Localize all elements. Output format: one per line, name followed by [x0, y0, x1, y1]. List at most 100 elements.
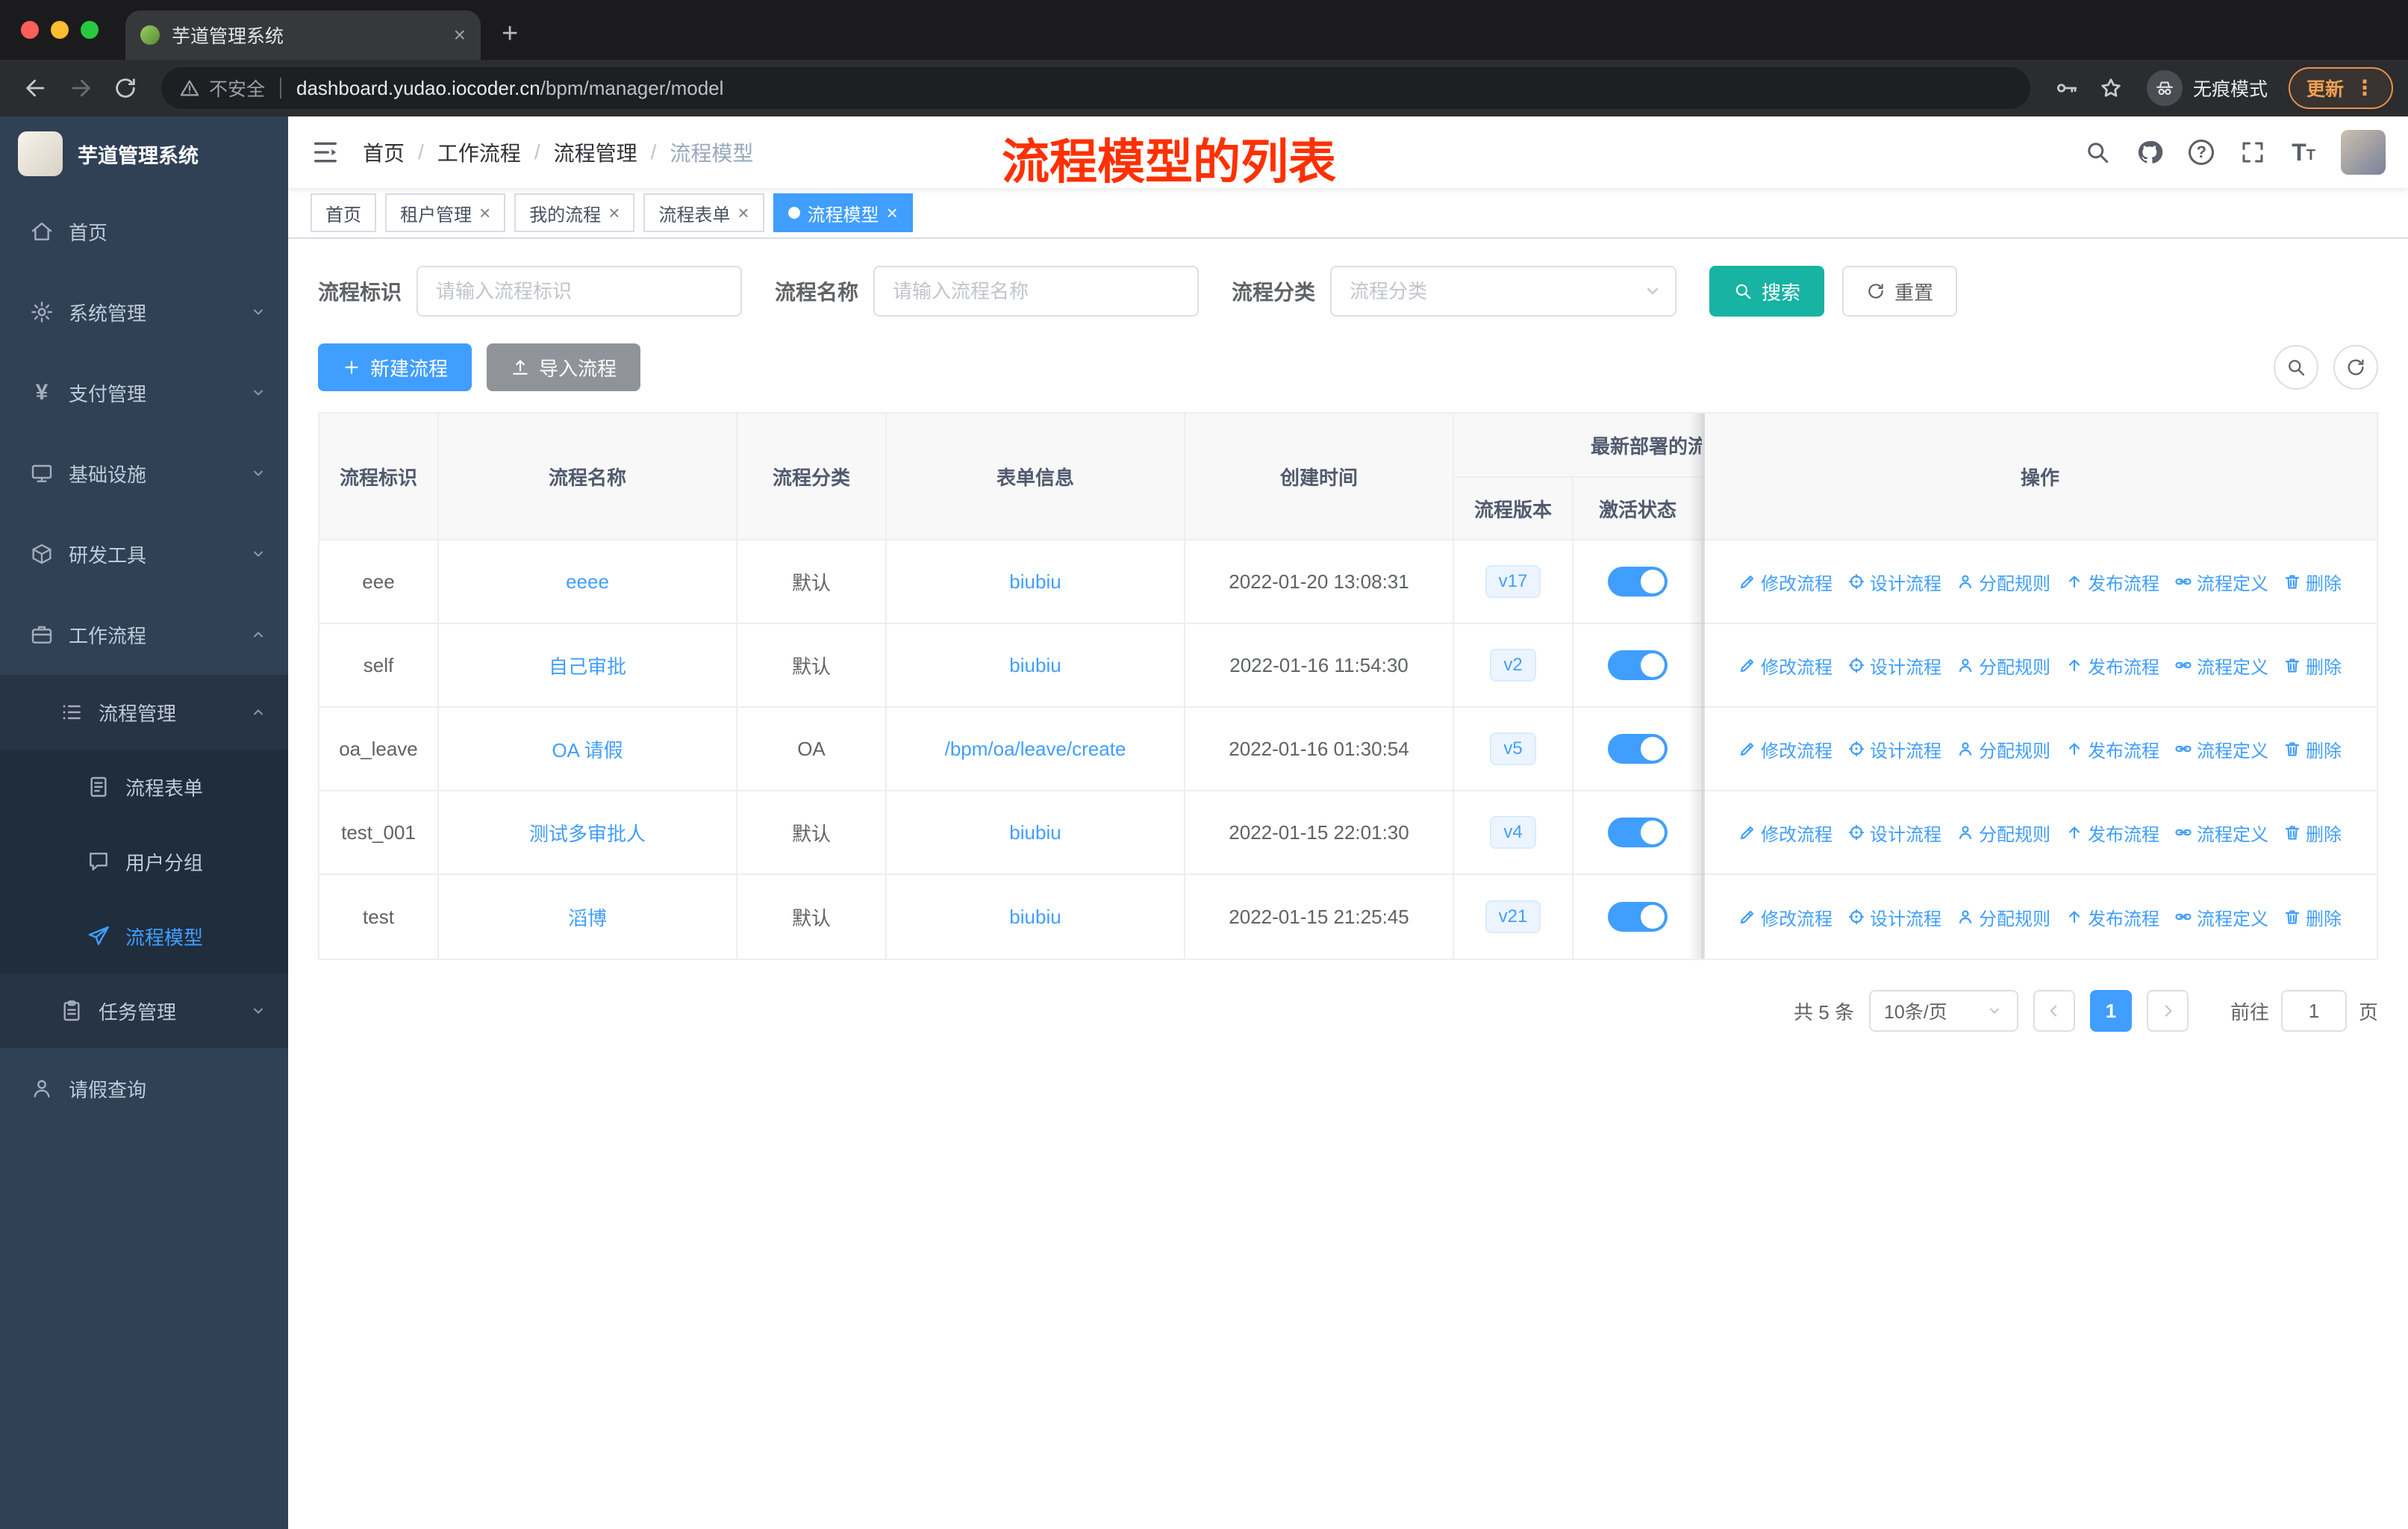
bookmark-star-icon[interactable] — [2090, 67, 2132, 109]
password-key-icon[interactable] — [2045, 67, 2087, 109]
sidebar-item-leave-query[interactable]: 请假查询 — [0, 1048, 288, 1129]
tag-my-process[interactable]: 我的流程 × — [514, 193, 635, 232]
sidebar-item-infrastructure[interactable]: 基础设施 — [0, 433, 288, 514]
op-publish-link[interactable]: 发布流程 — [2065, 904, 2159, 930]
op-assign-rule-link[interactable]: 分配规则 — [1956, 653, 2050, 679]
zoom-window-button[interactable] — [81, 21, 99, 39]
breadcrumb-item[interactable]: 首页 — [363, 137, 405, 167]
tag-process-model[interactable]: 流程模型 × — [773, 193, 913, 232]
search-icon[interactable] — [2084, 139, 2111, 166]
op-design-link[interactable]: 设计流程 — [1847, 653, 1941, 679]
op-assign-rule-link[interactable]: 分配规则 — [1956, 736, 2050, 762]
prev-page-button[interactable] — [2033, 990, 2075, 1032]
op-design-link[interactable]: 设计流程 — [1847, 820, 1941, 846]
op-assign-rule-link[interactable]: 分配规则 — [1956, 569, 2050, 595]
form-link[interactable]: biubiu — [1009, 654, 1061, 677]
next-page-button[interactable] — [2146, 990, 2189, 1032]
process-key-input[interactable] — [417, 266, 743, 317]
font-size-icon[interactable]: T T — [2292, 140, 2315, 164]
form-link[interactable]: biubiu — [1009, 821, 1061, 844]
process-name-link[interactable]: 滔博 — [568, 903, 607, 931]
sidebar-item-devtools[interactable]: 研发工具 — [0, 514, 288, 594]
process-name-input[interactable] — [873, 266, 1200, 317]
category-select[interactable] — [1330, 266, 1677, 317]
active-toggle[interactable] — [1608, 734, 1668, 764]
op-delete-link[interactable]: 删除 — [2283, 569, 2342, 595]
op-definition-link[interactable]: 流程定义 — [2174, 820, 2268, 846]
form-link[interactable]: /bpm/oa/leave/create — [945, 738, 1126, 761]
browser-tab[interactable]: 芋道管理系统 × — [125, 10, 481, 60]
menu-kebab-icon[interactable]: ⋮ — [2354, 78, 2375, 99]
op-assign-rule-link[interactable]: 分配规则 — [1956, 904, 2050, 930]
op-definition-link[interactable]: 流程定义 — [2174, 569, 2268, 595]
forward-button[interactable] — [60, 67, 102, 109]
sidebar-item-process-form[interactable]: 流程表单 — [0, 750, 288, 824]
github-icon[interactable] — [2136, 139, 2163, 166]
toggle-search-button[interactable] — [2274, 345, 2318, 390]
current-page[interactable]: 1 — [2089, 990, 2132, 1032]
tag-home[interactable]: 首页 — [311, 193, 376, 232]
active-toggle[interactable] — [1608, 567, 1668, 597]
help-icon[interactable]: ? — [2189, 140, 2215, 165]
op-modify-link[interactable]: 修改流程 — [1738, 653, 1832, 679]
close-tab-icon[interactable]: × — [454, 25, 466, 46]
op-delete-link[interactable]: 删除 — [2283, 653, 2342, 679]
sidebar-item-user-group[interactable]: 用户分组 — [0, 824, 288, 899]
active-toggle[interactable] — [1608, 902, 1668, 932]
refresh-table-button[interactable] — [2333, 345, 2378, 390]
form-link[interactable]: biubiu — [1009, 570, 1061, 594]
op-modify-link[interactable]: 修改流程 — [1738, 904, 1832, 930]
browser-update-button[interactable]: 更新 ⋮ — [2288, 67, 2393, 109]
close-icon[interactable]: × — [608, 203, 620, 222]
op-publish-link[interactable]: 发布流程 — [2065, 736, 2159, 762]
create-process-button[interactable]: 新建流程 — [318, 343, 472, 391]
sidebar-item-payment[interactable]: ¥ 支付管理 — [0, 352, 288, 433]
sidebar-item-process-model[interactable]: 流程模型 — [0, 899, 288, 974]
import-process-button[interactable]: 导入流程 — [487, 343, 641, 391]
close-icon[interactable]: × — [479, 203, 490, 222]
back-button[interactable] — [15, 67, 57, 109]
op-definition-link[interactable]: 流程定义 — [2174, 904, 2268, 930]
address-bar[interactable]: 不安全 dashboard.yudao.iocoder.cn /bpm/mana… — [161, 67, 2030, 109]
op-delete-link[interactable]: 删除 — [2283, 904, 2342, 930]
category-select-input[interactable] — [1330, 266, 1677, 317]
minimize-window-button[interactable] — [51, 21, 69, 39]
op-definition-link[interactable]: 流程定义 — [2174, 736, 2268, 762]
tag-tenant-management[interactable]: 租户管理 × — [385, 193, 506, 232]
op-delete-link[interactable]: 删除 — [2283, 820, 2342, 846]
op-delete-link[interactable]: 删除 — [2283, 736, 2342, 762]
page-size-select[interactable]: 10条/页 — [1868, 990, 2018, 1032]
search-button[interactable]: 搜索 — [1709, 266, 1825, 317]
sidebar-item-system[interactable]: 系统管理 — [0, 272, 288, 352]
op-design-link[interactable]: 设计流程 — [1847, 569, 1941, 595]
breadcrumb-item[interactable]: 工作流程 — [437, 137, 521, 167]
sidebar-item-home[interactable]: 首页 — [0, 191, 288, 272]
sidebar-item-process-management[interactable]: 流程管理 — [0, 675, 288, 750]
avatar[interactable] — [2341, 130, 2386, 175]
breadcrumb-item[interactable]: 流程管理 — [554, 137, 637, 167]
op-publish-link[interactable]: 发布流程 — [2065, 653, 2159, 679]
close-icon[interactable]: × — [887, 203, 898, 222]
op-modify-link[interactable]: 修改流程 — [1738, 820, 1832, 846]
active-toggle[interactable] — [1608, 818, 1668, 847]
process-name-link[interactable]: eeee — [566, 570, 609, 594]
process-name-link[interactable]: 自己审批 — [549, 652, 626, 679]
process-name-link[interactable]: 测试多审批人 — [529, 819, 646, 847]
sidebar-item-workflow[interactable]: 工作流程 — [0, 594, 288, 675]
close-window-button[interactable] — [21, 21, 39, 39]
reset-button[interactable]: 重置 — [1842, 266, 1958, 317]
op-publish-link[interactable]: 发布流程 — [2065, 820, 2159, 846]
op-modify-link[interactable]: 修改流程 — [1738, 736, 1832, 762]
op-assign-rule-link[interactable]: 分配规则 — [1956, 820, 2050, 846]
new-tab-button[interactable]: + — [502, 19, 518, 48]
op-design-link[interactable]: 设计流程 — [1847, 736, 1941, 762]
op-publish-link[interactable]: 发布流程 — [2065, 569, 2159, 595]
op-modify-link[interactable]: 修改流程 — [1738, 569, 1832, 595]
hamburger-icon[interactable] — [311, 137, 340, 167]
op-design-link[interactable]: 设计流程 — [1847, 904, 1941, 930]
form-link[interactable]: biubiu — [1009, 906, 1061, 929]
active-toggle[interactable] — [1608, 650, 1668, 680]
tag-process-form[interactable]: 流程表单 × — [643, 193, 764, 232]
goto-page-input[interactable] — [2280, 990, 2347, 1032]
sidebar-item-task-management[interactable]: 任务管理 — [0, 974, 288, 1048]
